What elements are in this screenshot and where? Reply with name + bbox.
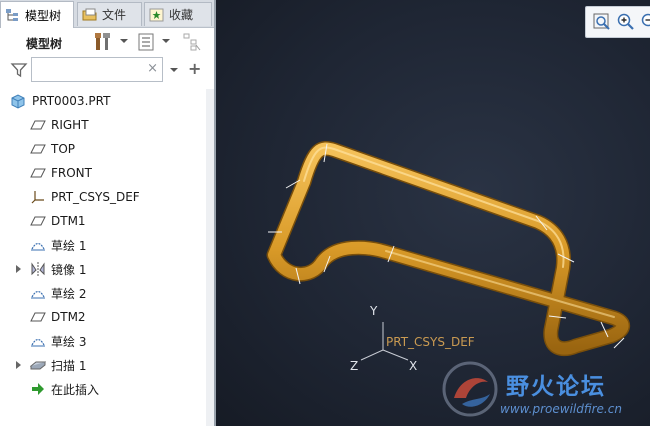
tree-item-label: 在此插入: [51, 382, 100, 397]
tab-file[interactable]: 文件: [77, 2, 142, 26]
datum-plane-icon: [30, 120, 46, 130]
tree-item[interactable]: DTM2: [0, 305, 214, 329]
datum-plane-icon: [30, 312, 46, 322]
tree-item-label: DTM2: [51, 310, 86, 324]
part-icon: [11, 94, 25, 109]
tree-tools-dropdown[interactable]: [120, 39, 128, 43]
model-tree-tab-icon: [6, 9, 18, 21]
search-input[interactable]: [34, 59, 146, 82]
datum-plane-icon: [30, 144, 46, 154]
axis-y-label: Y: [370, 304, 378, 318]
tree-tools-icon[interactable]: [94, 32, 114, 52]
model-tree-panel: 模型树 文件 收藏 模型树 × + PRT0003.PRT RIGHT TOP …: [0, 0, 214, 426]
tree-item-label: TOP: [51, 142, 76, 156]
tab-model-tree[interactable]: 模型树: [0, 1, 74, 28]
sketch-icon: [31, 290, 45, 299]
add-filter-button[interactable]: +: [188, 59, 201, 78]
tree-item[interactable]: PRT_CSYS_DEF: [0, 185, 214, 209]
search-field[interactable]: ×: [31, 57, 163, 82]
tree-item[interactable]: 扫描 1: [0, 353, 214, 377]
sweep-model[interactable]: [216, 0, 650, 426]
tree-item[interactable]: 草绘 3: [0, 329, 214, 353]
mirror-icon: [31, 262, 45, 276]
axis-x-label: X: [409, 359, 418, 373]
show-settings-dropdown[interactable]: [162, 39, 170, 43]
tree-scrollbar[interactable]: [206, 89, 214, 426]
tree-columns-icon[interactable]: [182, 32, 202, 52]
tree-toolbar-title: 模型树: [26, 37, 63, 51]
axis-z-label: Z: [350, 359, 359, 373]
tree-item-label: 镜像 1: [51, 262, 87, 277]
tree-item[interactable]: 草绘 2: [0, 281, 214, 305]
tree-item-label: 扫描 1: [51, 358, 87, 373]
tree-root-label: PRT0003.PRT: [32, 94, 111, 108]
tree-item[interactable]: FRONT: [0, 161, 214, 185]
show-settings-icon[interactable]: [137, 32, 157, 52]
tree-item[interactable]: RIGHT: [0, 113, 214, 137]
tree-item[interactable]: TOP: [0, 137, 214, 161]
tree-item-label: FRONT: [51, 166, 92, 180]
expand-toggle[interactable]: [16, 265, 21, 273]
graphics-viewport[interactable]: Y X Z PRT_CSYS_DEF 野火论坛 www.proewildfire…: [216, 0, 650, 426]
search-options-dropdown[interactable]: [170, 68, 178, 72]
tree-toolbar: 模型树: [0, 28, 214, 56]
expand-toggle[interactable]: [16, 361, 21, 369]
forum-logo-icon: [442, 361, 498, 417]
tree-item-label: 草绘 2: [51, 286, 87, 301]
sweep-icon: [30, 361, 46, 370]
favorites-icon: [149, 8, 164, 21]
tab-file-label: 文件: [102, 8, 127, 22]
filter-icon[interactable]: [10, 61, 28, 79]
tree-item[interactable]: DTM1: [0, 209, 214, 233]
csys-icon: [31, 191, 44, 204]
tree-root[interactable]: PRT0003.PRT: [0, 89, 214, 113]
datum-plane-icon: [30, 168, 46, 178]
csys-label: PRT_CSYS_DEF: [386, 335, 475, 349]
watermark-url: www.proewildfire.cn: [500, 402, 622, 416]
tree-item-label: 草绘 3: [51, 334, 87, 349]
tree-item[interactable]: 镜像 1: [0, 257, 214, 281]
tree-item[interactable]: 草绘 1: [0, 233, 214, 257]
tree-item[interactable]: 在此插入: [0, 377, 214, 401]
tree-item-label: 草绘 1: [51, 238, 87, 253]
insert-here-icon: [32, 383, 44, 395]
clear-search-button[interactable]: ×: [147, 62, 158, 76]
tree-item-label: RIGHT: [51, 118, 89, 132]
datum-plane-icon: [30, 216, 46, 226]
tree-item-label: PRT_CSYS_DEF: [51, 190, 140, 204]
tree-item-label: DTM1: [51, 214, 86, 228]
tab-model-tree-label: 模型树: [25, 8, 62, 23]
filter-row: × +: [0, 56, 214, 86]
sketch-icon: [31, 242, 45, 251]
sketch-icon: [31, 338, 45, 347]
folder-icon: [82, 8, 97, 20]
watermark-title: 野火论坛: [506, 374, 606, 400]
tab-favorites-label: 收藏: [169, 8, 194, 22]
tab-favorites[interactable]: 收藏: [144, 2, 212, 26]
panel-tabs: 模型树 文件 收藏: [0, 0, 214, 28]
